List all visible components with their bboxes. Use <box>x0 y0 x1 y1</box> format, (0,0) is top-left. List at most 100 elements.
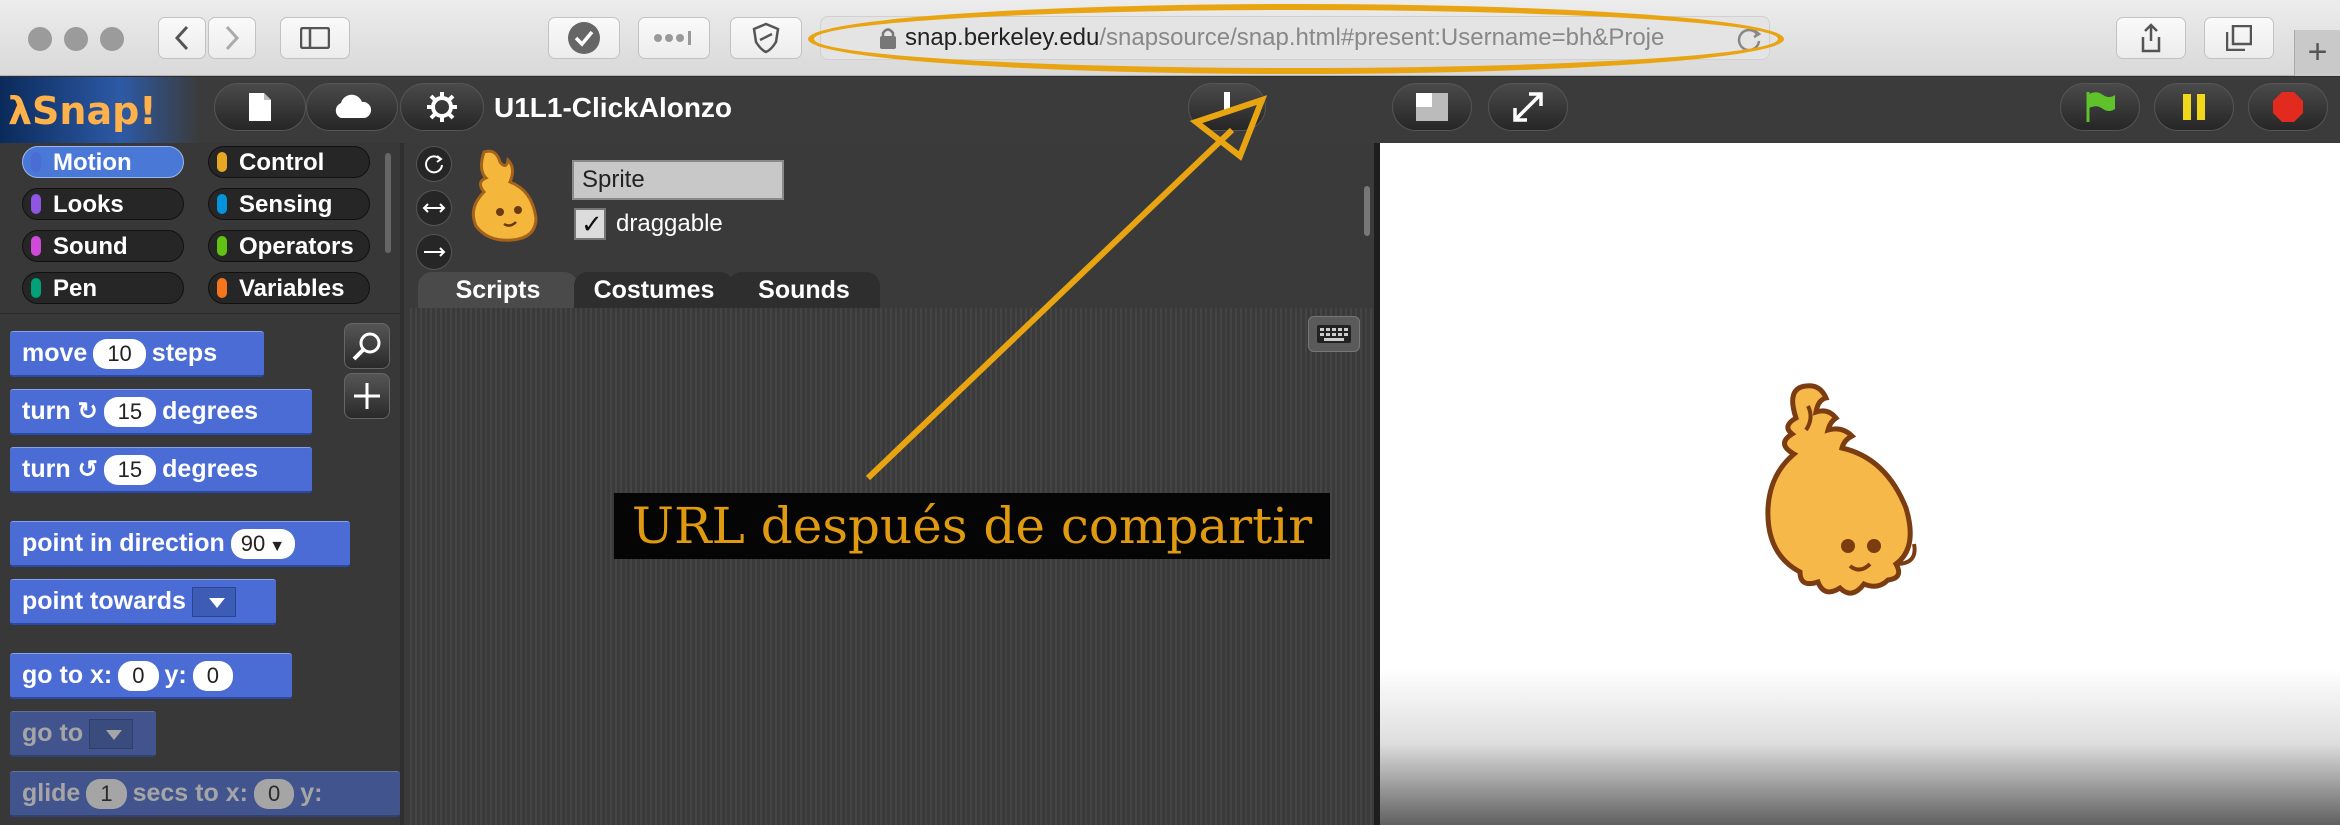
snap-logo-text: λSnap! <box>8 89 157 133</box>
gear-icon <box>427 92 457 122</box>
back-button[interactable] <box>158 17 206 59</box>
number-slot[interactable]: 15 <box>103 455 157 486</box>
expand-icon <box>1513 92 1543 122</box>
secs-slot[interactable]: 1 <box>86 779 127 810</box>
cloud-menu-button[interactable] <box>306 83 398 131</box>
block-go-to[interactable]: go to <box>10 711 156 757</box>
zoom-window-button[interactable] <box>100 27 124 51</box>
settings-menu-button[interactable] <box>400 83 484 131</box>
palette-divider <box>0 313 400 314</box>
new-tab-button[interactable]: + <box>2294 30 2340 76</box>
clockwise-icon: ↻ <box>77 398 98 425</box>
block-label: degrees <box>162 397 259 425</box>
scripts-area[interactable] <box>410 308 1374 825</box>
block-label: steps <box>151 339 218 367</box>
block-palette: Motion Control Looks Sensing Sound Opera… <box>0 143 400 825</box>
extension-check-button[interactable] <box>548 17 620 59</box>
block-label: go to x: <box>22 661 113 689</box>
alonzo-sprite[interactable] <box>1756 378 1956 630</box>
left-right-arrow-icon <box>422 203 446 213</box>
editor-scrollbar[interactable] <box>1364 186 1370 236</box>
direction-slot[interactable]: 90 ▼ <box>230 529 296 560</box>
y-slot[interactable]: 0 <box>192 661 233 692</box>
stage-size-icon <box>1416 93 1448 121</box>
block-label: degrees <box>162 455 259 483</box>
x-slot[interactable]: 0 <box>253 779 295 810</box>
category-operators[interactable]: Operators <box>208 230 370 262</box>
block-go-to-xy[interactable]: go to x: 0 y: 0 <box>10 653 292 699</box>
tab-sounds[interactable]: Sounds <box>728 272 880 308</box>
x-slot[interactable]: 0 <box>118 661 159 692</box>
rotation-style-flip-button[interactable] <box>416 190 452 226</box>
pen-color-dot <box>31 278 41 298</box>
category-pen[interactable]: Pen <box>22 272 184 304</box>
privacy-shield-button[interactable] <box>730 17 802 59</box>
file-icon <box>249 93 271 121</box>
block-label: point towards <box>22 587 186 615</box>
category-sound[interactable]: Sound <box>22 230 184 262</box>
draggable-checkbox[interactable]: ✓ <box>574 208 606 240</box>
chevron-right-icon <box>225 25 240 51</box>
rotation-style-none-button[interactable] <box>416 234 452 270</box>
sprite-name-field[interactable]: Sprite <box>572 160 784 200</box>
sensing-color-dot <box>217 194 227 214</box>
block-turn-counterclockwise[interactable]: turn ↺ 15 degrees <box>10 447 312 493</box>
category-label: Operators <box>239 233 354 260</box>
category-sensing[interactable]: Sensing <box>208 188 370 220</box>
green-flag-icon <box>2086 92 2115 122</box>
target-dropdown[interactable] <box>191 587 236 618</box>
block-move[interactable]: move 10 steps <box>10 331 264 377</box>
category-label: Variables <box>239 275 345 302</box>
snap-top-bar: λSnap! U1L1-ClickAlonzo <box>0 77 2340 143</box>
block-point-towards[interactable]: point towards <box>10 579 276 625</box>
rotation-style-full-button[interactable] <box>416 146 452 182</box>
forward-button[interactable] <box>208 17 256 59</box>
url-highlight-ellipse <box>808 4 1784 74</box>
minimize-window-button[interactable] <box>64 27 88 51</box>
tab-costumes[interactable]: Costumes <box>574 272 734 308</box>
close-window-button[interactable] <box>28 27 52 51</box>
category-looks[interactable]: Looks <box>22 188 184 220</box>
number-slot[interactable]: 15 <box>103 397 157 428</box>
variables-color-dot <box>217 278 227 298</box>
target-dropdown[interactable] <box>89 719 134 750</box>
file-menu-button[interactable] <box>214 83 306 131</box>
category-control[interactable]: Control <box>208 146 370 178</box>
block-turn-clockwise[interactable]: turn ↻ 15 degrees <box>10 389 312 435</box>
cloud-icon <box>335 94 372 118</box>
right-arrow-icon <box>424 247 446 257</box>
block-point-in-direction[interactable]: point in direction 90 ▼ <box>10 521 350 567</box>
search-blocks-button[interactable] <box>344 323 390 369</box>
green-flag-button[interactable] <box>2060 83 2140 131</box>
rotate-icon <box>425 155 443 174</box>
keyboard-entry-button[interactable] <box>1308 316 1360 352</box>
search-icon <box>352 332 381 361</box>
make-block-button[interactable] <box>344 373 390 419</box>
number-slot[interactable]: 10 <box>93 339 146 370</box>
category-variables[interactable]: Variables <box>208 272 370 304</box>
tab-scripts[interactable]: Scripts <box>418 272 578 308</box>
share-button[interactable] <box>2116 17 2186 59</box>
block-glide[interactable]: glide 1 secs to x: 0 y: <box>10 771 400 817</box>
pause-button[interactable] <box>2154 83 2234 131</box>
extension-dots-button[interactable] <box>638 17 710 59</box>
pause-icon <box>2183 94 2205 120</box>
snap-logo[interactable]: λSnap! <box>0 77 200 143</box>
keyboard-icon <box>1317 325 1351 343</box>
tab-overview-button[interactable] <box>2204 17 2274 59</box>
chevron-down-icon: ▼ <box>269 538 286 556</box>
category-scrollbar[interactable] <box>385 153 391 253</box>
operators-color-dot <box>217 236 227 256</box>
stop-button[interactable] <box>2248 83 2328 131</box>
tabs-icon <box>2226 25 2252 51</box>
sidebar-icon <box>300 27 330 49</box>
direction-value: 90 <box>240 531 266 557</box>
block-label: move <box>22 339 88 367</box>
checkmark-icon: ✓ <box>581 209 603 239</box>
stop-sign-icon <box>2273 92 2303 122</box>
sidebar-toggle-button[interactable] <box>280 17 350 59</box>
category-motion[interactable]: Motion <box>22 146 184 178</box>
unused-mode-button[interactable] <box>1188 83 1266 131</box>
stage-size-button[interactable] <box>1392 83 1472 131</box>
presentation-mode-button[interactable] <box>1488 83 1568 131</box>
